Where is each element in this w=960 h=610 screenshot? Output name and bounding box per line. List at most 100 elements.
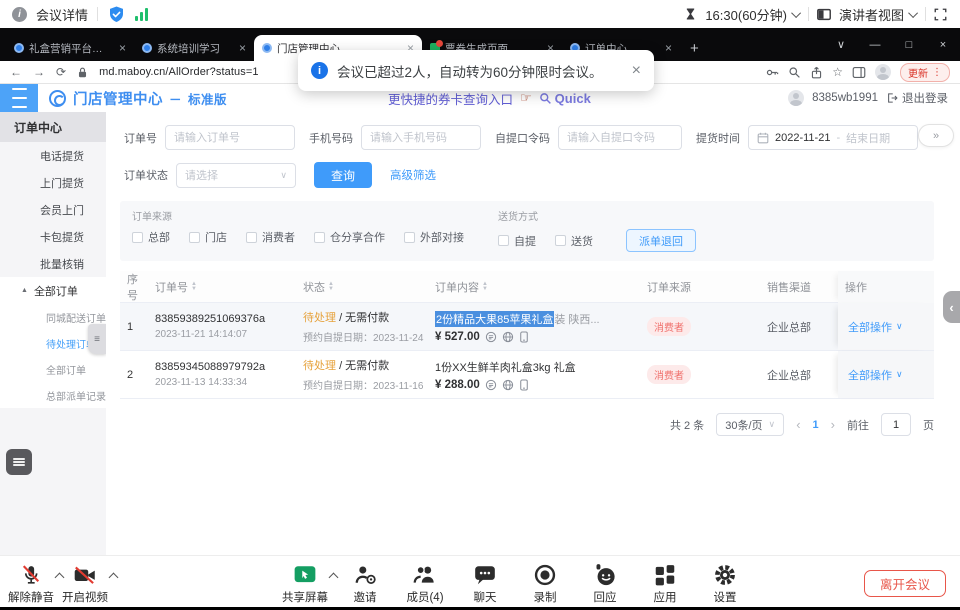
url-text[interactable]: md.maboy.cn/AllOrder?status=1 xyxy=(99,66,259,78)
tab-close-icon[interactable]: × xyxy=(119,41,126,55)
date-range-picker[interactable]: 2022-11-21 - 结束日期 xyxy=(748,125,918,150)
pickup-code-input[interactable] xyxy=(558,125,682,150)
next-page-icon[interactable]: › xyxy=(831,417,835,432)
meeting-panel-handle[interactable]: ≡ xyxy=(88,324,106,354)
table-row[interactable]: 1 83859389251069376a 2023-11-21 14:14:07… xyxy=(120,303,934,351)
start-date-value[interactable]: 2022-11-21 xyxy=(775,132,830,144)
back-icon[interactable]: ← xyxy=(10,65,22,79)
sort-icons[interactable]: ▲▼ xyxy=(191,282,197,292)
zoom-icon[interactable] xyxy=(788,66,801,79)
reactions-button[interactable]: 回应 xyxy=(582,562,628,605)
sidebar-group-all-orders[interactable]: ▲ 全部订单 xyxy=(0,277,106,304)
sidebar-item-phone-pickup[interactable]: 电话提货 xyxy=(0,142,106,169)
sort-icons[interactable]: ▲▼ xyxy=(328,282,334,292)
coupon-quick-entry-link[interactable]: 更快捷的券卡查询入口 xyxy=(388,89,513,108)
phone-icon[interactable] xyxy=(519,331,529,343)
leave-meeting-button[interactable]: 离开会议 xyxy=(864,570,946,597)
checkbox-icon[interactable] xyxy=(498,235,509,246)
window-close-icon[interactable]: × xyxy=(926,28,960,61)
tab-close-icon[interactable]: × xyxy=(665,41,672,55)
record-button[interactable]: 录制 xyxy=(522,562,568,605)
settings-button[interactable]: 设置 xyxy=(702,562,748,605)
query-button[interactable]: 查询 xyxy=(314,162,372,188)
col-content[interactable]: 订单内容▲▼ xyxy=(428,279,640,295)
checkbox-source-hq[interactable]: 总部 xyxy=(132,229,170,245)
annotation-tool-button[interactable] xyxy=(6,449,32,475)
unmute-button[interactable]: 解除静音 xyxy=(8,562,54,605)
phone-icon[interactable] xyxy=(519,379,529,391)
receipt-icon[interactable] xyxy=(485,331,497,343)
col-order-no[interactable]: 订单号▲▼ xyxy=(148,279,296,295)
sidebar-item-hq-dispatch-log[interactable]: 总部派单记录 xyxy=(0,382,106,408)
sidebar-item-all-orders[interactable]: 全部订单 xyxy=(0,356,106,382)
checkbox-source-external[interactable]: 外部对接 xyxy=(404,229,464,245)
checkbox-source-consumer[interactable]: 消费者 xyxy=(246,229,295,245)
browser-profile-avatar[interactable] xyxy=(875,64,891,80)
expand-panel-button[interactable]: » xyxy=(918,124,954,147)
start-video-button[interactable]: 开启视频 xyxy=(62,562,108,605)
browser-update-button[interactable]: 更新 ⋮ xyxy=(900,63,950,82)
checkbox-icon[interactable] xyxy=(555,235,566,246)
checkbox-self-pickup[interactable]: 自提 xyxy=(498,233,536,249)
toast-close-icon[interactable]: × xyxy=(632,62,641,80)
order-status-select[interactable]: 请选择 ∨ xyxy=(176,163,296,188)
checkbox-source-store[interactable]: 门店 xyxy=(189,229,227,245)
current-page[interactable]: 1 xyxy=(813,419,819,431)
password-key-icon[interactable] xyxy=(765,66,779,79)
collapse-panel-handle[interactable]: ‹ xyxy=(943,291,960,323)
members-button[interactable]: 成员(4) xyxy=(402,562,448,605)
end-date-placeholder[interactable]: 结束日期 xyxy=(846,130,890,146)
row-actions-dropdown[interactable]: 全部操作 ∨ xyxy=(838,303,934,350)
sidebar-item-card-pickup[interactable]: 卡包提货 xyxy=(0,223,106,250)
share-options-chevron[interactable] xyxy=(329,573,339,583)
lock-icon[interactable] xyxy=(77,66,88,79)
view-dropdown-icon[interactable] xyxy=(908,8,918,18)
fullscreen-icon[interactable] xyxy=(933,7,948,22)
meeting-details-label[interactable]: 会议详情 xyxy=(36,5,88,24)
sort-icons[interactable]: ▲▼ xyxy=(482,282,488,292)
new-tab-button[interactable]: + xyxy=(680,40,709,61)
sidebar-item-member-visit[interactable]: 会员上门 xyxy=(0,196,106,223)
globe-icon[interactable] xyxy=(502,379,514,391)
sidebar-toggle-button[interactable] xyxy=(0,84,38,112)
checkbox-icon[interactable] xyxy=(189,232,200,243)
side-panel-icon[interactable] xyxy=(852,66,866,79)
checkbox-icon[interactable] xyxy=(314,232,325,243)
apps-button[interactable]: 应用 xyxy=(642,562,688,605)
checkbox-icon[interactable] xyxy=(404,232,415,243)
timer-dropdown-icon[interactable] xyxy=(791,8,801,18)
col-status[interactable]: 状态▲▼ xyxy=(296,279,428,295)
sidebar-item-batch-verify[interactable]: 批量核销 xyxy=(0,250,106,277)
share-screen-button[interactable]: 共享屏幕 xyxy=(282,562,328,605)
checkbox-source-share-coop[interactable]: 仓分享合作 xyxy=(314,229,385,245)
checkbox-icon[interactable] xyxy=(132,232,143,243)
view-mode-label[interactable]: 演讲者视图 xyxy=(839,5,904,24)
dispatch-return-button[interactable]: 派单退回 xyxy=(626,229,696,252)
video-options-chevron[interactable] xyxy=(109,573,119,583)
tab-close-icon[interactable]: × xyxy=(239,41,246,55)
chat-button[interactable]: 聊天 xyxy=(462,562,508,605)
reload-icon[interactable]: ⟳ xyxy=(56,65,66,79)
prev-page-icon[interactable]: ‹ xyxy=(796,417,800,432)
bookmark-star-icon[interactable]: ☆ xyxy=(832,65,843,79)
user-avatar[interactable] xyxy=(788,90,804,106)
table-row[interactable]: 2 83859345088979792a 2023-11-13 14:33:34… xyxy=(120,351,934,399)
advanced-filter-link[interactable]: 高级筛选 xyxy=(390,167,436,183)
share-icon[interactable] xyxy=(810,66,823,79)
phone-input[interactable] xyxy=(361,125,481,150)
page-size-select[interactable]: 30条/页 ∨ xyxy=(716,413,784,436)
browser-tab-2[interactable]: 系统培训学习 × xyxy=(134,35,254,61)
globe-icon[interactable] xyxy=(502,331,514,343)
checkbox-icon[interactable] xyxy=(246,232,257,243)
forward-icon[interactable]: → xyxy=(33,65,45,79)
sidebar-item-door-pickup[interactable]: 上门提货 xyxy=(0,169,106,196)
meeting-info-icon[interactable]: i xyxy=(12,7,27,22)
security-shield-icon[interactable] xyxy=(107,5,126,24)
network-signal-icon[interactable] xyxy=(135,8,148,21)
window-maximize-icon[interactable]: □ xyxy=(892,28,926,61)
invite-button[interactable]: 邀请 xyxy=(342,562,388,605)
row-actions-dropdown[interactable]: 全部操作 ∨ xyxy=(838,351,934,398)
logout-button[interactable]: 退出登录 xyxy=(886,90,948,106)
goto-page-input[interactable] xyxy=(881,413,911,436)
checkbox-delivery[interactable]: 送货 xyxy=(555,233,593,249)
